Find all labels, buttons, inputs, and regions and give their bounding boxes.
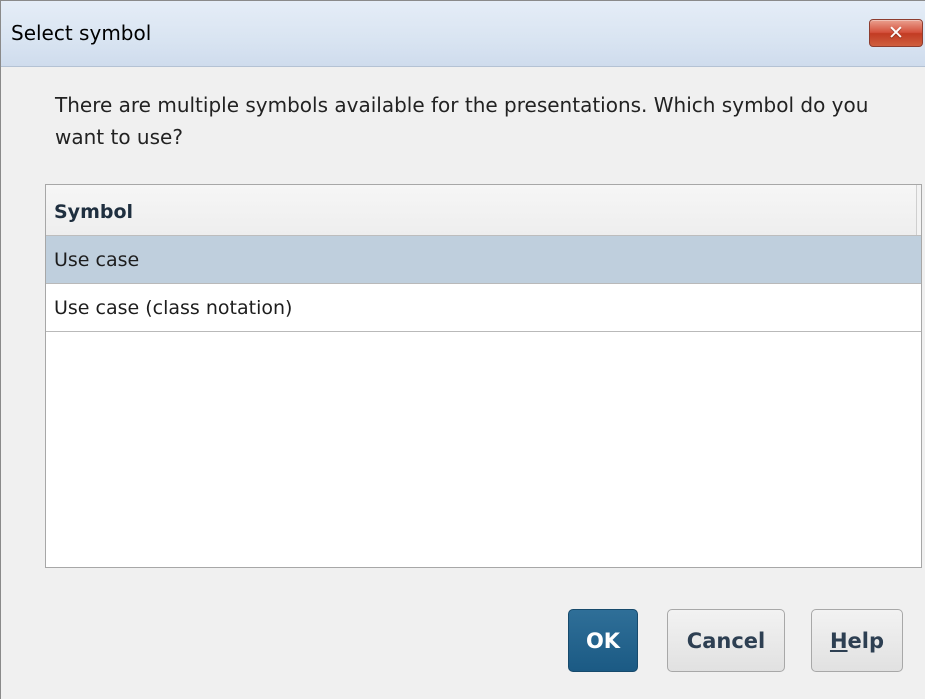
list-item-label: Use case (54, 249, 140, 271)
cancel-button[interactable]: Cancel (667, 609, 785, 672)
select-symbol-dialog: Select symbol ✕ There are multiple symbo… (0, 0, 925, 699)
instruction-text: There are multiple symbols available for… (55, 93, 869, 149)
ok-button-label: OK (585, 628, 621, 653)
help-button[interactable]: Help (811, 609, 903, 672)
symbol-column-header-label: Symbol (54, 201, 134, 223)
symbol-column-header[interactable]: Symbol (46, 185, 921, 236)
ok-button[interactable]: OK (568, 609, 638, 672)
help-mnemonic: H (829, 628, 848, 653)
list-item-label: Use case (class notation) (54, 297, 293, 319)
cancel-button-label: Cancel (686, 628, 766, 653)
close-button[interactable]: ✕ (869, 19, 923, 47)
title-bar: Select symbol ✕ (1, 1, 925, 67)
list-item-use-case-class-notation[interactable]: Use case (class notation) (46, 284, 921, 332)
close-icon: ✕ (888, 21, 904, 44)
help-button-label: Help (830, 629, 884, 653)
dialog-title: Select symbol (11, 21, 152, 45)
help-label-rest: elp (847, 628, 885, 653)
list-item-use-case[interactable]: Use case (46, 236, 921, 284)
symbol-list[interactable]: Symbol Use case Use case (class notation… (45, 184, 922, 568)
